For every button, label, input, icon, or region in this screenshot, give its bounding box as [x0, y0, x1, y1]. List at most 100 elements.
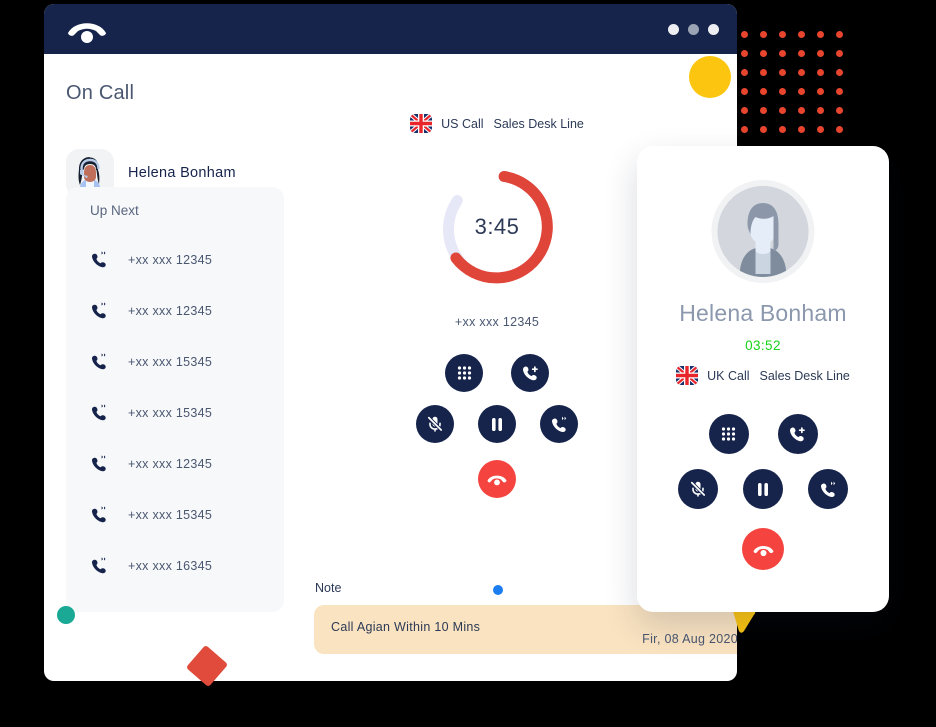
- transfer-call-icon: [550, 415, 569, 434]
- phone-incoming-icon: [90, 556, 109, 575]
- decorative-dot: [836, 126, 843, 133]
- up-next-call-item[interactable]: +xx xxx 16345: [66, 540, 284, 591]
- call-timer-value: 3:45: [474, 214, 520, 239]
- hangup-icon: [752, 542, 775, 557]
- page-title: On Call: [66, 82, 135, 104]
- up-next-title: Up Next: [90, 203, 139, 218]
- decorative-dot-grid: [741, 31, 855, 145]
- note-card[interactable]: Call Agian Within 10 Mins Fir, 08 Aug 20…: [314, 605, 737, 654]
- up-next-call-number: +xx xxx 15345: [128, 507, 213, 522]
- decorative-dot: [741, 50, 748, 57]
- phone-incoming-icon: [90, 403, 109, 422]
- window-dot-3[interactable]: [708, 24, 719, 35]
- active-call-panel: US Call Sales Desk Line 3:45 +xx xxx 123…: [302, 114, 692, 498]
- floating-card-name: Helena Bonham: [679, 300, 847, 326]
- hangup-icon: [486, 472, 508, 486]
- hold-button[interactable]: [478, 405, 516, 443]
- transfer-call-button[interactable]: [540, 405, 578, 443]
- note-label: Note: [315, 581, 342, 595]
- main-window: On Call Helena Bonham Up Next +xx xxx 12…: [44, 4, 737, 681]
- decorative-dot: [817, 50, 824, 57]
- blue-dot-indicator: [493, 585, 503, 595]
- decorative-dot: [817, 69, 824, 76]
- decorative-dot: [798, 88, 805, 95]
- window-dots[interactable]: [668, 24, 719, 35]
- up-next-call-item[interactable]: +xx xxx 12345: [66, 285, 284, 336]
- phone-hangup-icon: [65, 16, 109, 44]
- phone-incoming-icon: [90, 352, 109, 371]
- agent-name: Helena Bonham: [128, 165, 236, 181]
- decorative-dot: [817, 88, 824, 95]
- decorative-dot: [779, 126, 786, 133]
- add-call-button[interactable]: [511, 354, 549, 392]
- up-next-call-item[interactable]: +xx xxx 12345: [66, 438, 284, 489]
- decorative-dot: [836, 50, 843, 57]
- up-next-call-list: +xx xxx 12345 +xx xxx 12345 +xx xxx 15345 +…: [66, 234, 284, 591]
- up-next-call-item[interactable]: +xx xxx 15345: [66, 489, 284, 540]
- dialpad-button[interactable]: [708, 414, 749, 454]
- up-next-call-item[interactable]: +xx xxx 15345: [66, 387, 284, 438]
- up-next-call-item[interactable]: +xx xxx 15345: [66, 336, 284, 387]
- decorative-dot: [817, 31, 824, 38]
- floating-card-timer: 03:52: [745, 338, 781, 353]
- add-call-button[interactable]: [777, 414, 818, 454]
- uk-flag-icon: [676, 366, 699, 385]
- up-next-call-number: +xx xxx 15345: [128, 405, 213, 420]
- decorative-dot: [760, 126, 767, 133]
- decorative-dot: [836, 88, 843, 95]
- decorative-dot: [817, 126, 824, 133]
- active-call-line-label: US Call Sales Desk Line: [302, 114, 692, 133]
- up-next-call-number: +xx xxx 12345: [128, 303, 213, 318]
- decorative-dot: [741, 126, 748, 133]
- hold-icon: [755, 481, 771, 498]
- decorative-dot: [798, 69, 805, 76]
- decorative-dot: [741, 88, 748, 95]
- decorative-dot: [817, 107, 824, 114]
- active-call-number: +xx xxx 12345: [454, 315, 540, 329]
- note-date: Fir, 08 Aug 2020: [642, 632, 737, 646]
- decorative-dot: [836, 69, 843, 76]
- person-placeholder-avatar: [711, 180, 815, 283]
- mute-button[interactable]: [678, 469, 718, 509]
- hangup-button[interactable]: [742, 528, 784, 570]
- floating-call-card: Helena Bonham 03:52 UK Call Sales Desk L…: [637, 146, 889, 612]
- up-next-call-number: +xx xxx 15345: [128, 354, 213, 369]
- window-dot-2[interactable]: [688, 24, 699, 35]
- decorative-dot: [760, 50, 767, 57]
- floating-card-controls: [637, 414, 889, 570]
- up-next-panel: Up Next +xx xxx 12345 +xx xxx 12345 +xx xx…: [66, 187, 284, 612]
- decorative-dot: [760, 31, 767, 38]
- decorative-dot: [741, 69, 748, 76]
- window-dot-1[interactable]: [668, 24, 679, 35]
- decorative-dot: [779, 31, 786, 38]
- hold-button[interactable]: [743, 469, 783, 509]
- floating-card-line-label: UK Call Sales Desk Line: [637, 366, 889, 385]
- up-next-call-number: +xx xxx 12345: [128, 252, 213, 267]
- window-titlebar: [44, 4, 737, 54]
- up-next-call-number: +xx xxx 12345: [128, 456, 213, 471]
- phone-incoming-icon: [90, 505, 109, 524]
- up-next-call-number: +xx xxx 16345: [128, 558, 213, 573]
- dialpad-button[interactable]: [445, 354, 483, 392]
- hold-icon: [489, 416, 505, 433]
- decorative-dot: [760, 107, 767, 114]
- decorative-dot: [798, 50, 805, 57]
- decorative-dot: [760, 69, 767, 76]
- decorative-dot: [779, 107, 786, 114]
- screenshot-root: On Call Helena Bonham Up Next +xx xxx 12…: [0, 0, 936, 727]
- add-call-icon: [521, 364, 540, 383]
- floating-card-country: UK Call: [707, 368, 750, 383]
- decorative-dot: [779, 50, 786, 57]
- call-controls: [402, 354, 592, 498]
- active-call-country: US Call: [441, 116, 484, 131]
- phone-incoming-icon: [90, 301, 109, 320]
- transfer-call-icon: [819, 480, 838, 499]
- decorative-dot: [798, 126, 805, 133]
- up-next-call-item[interactable]: +xx xxx 12345: [66, 234, 284, 285]
- phone-incoming-icon: [90, 454, 109, 473]
- transfer-call-button[interactable]: [808, 469, 848, 509]
- decorative-dot: [836, 31, 843, 38]
- mute-icon: [426, 415, 444, 433]
- mute-button[interactable]: [416, 405, 454, 443]
- hangup-button[interactable]: [478, 460, 516, 498]
